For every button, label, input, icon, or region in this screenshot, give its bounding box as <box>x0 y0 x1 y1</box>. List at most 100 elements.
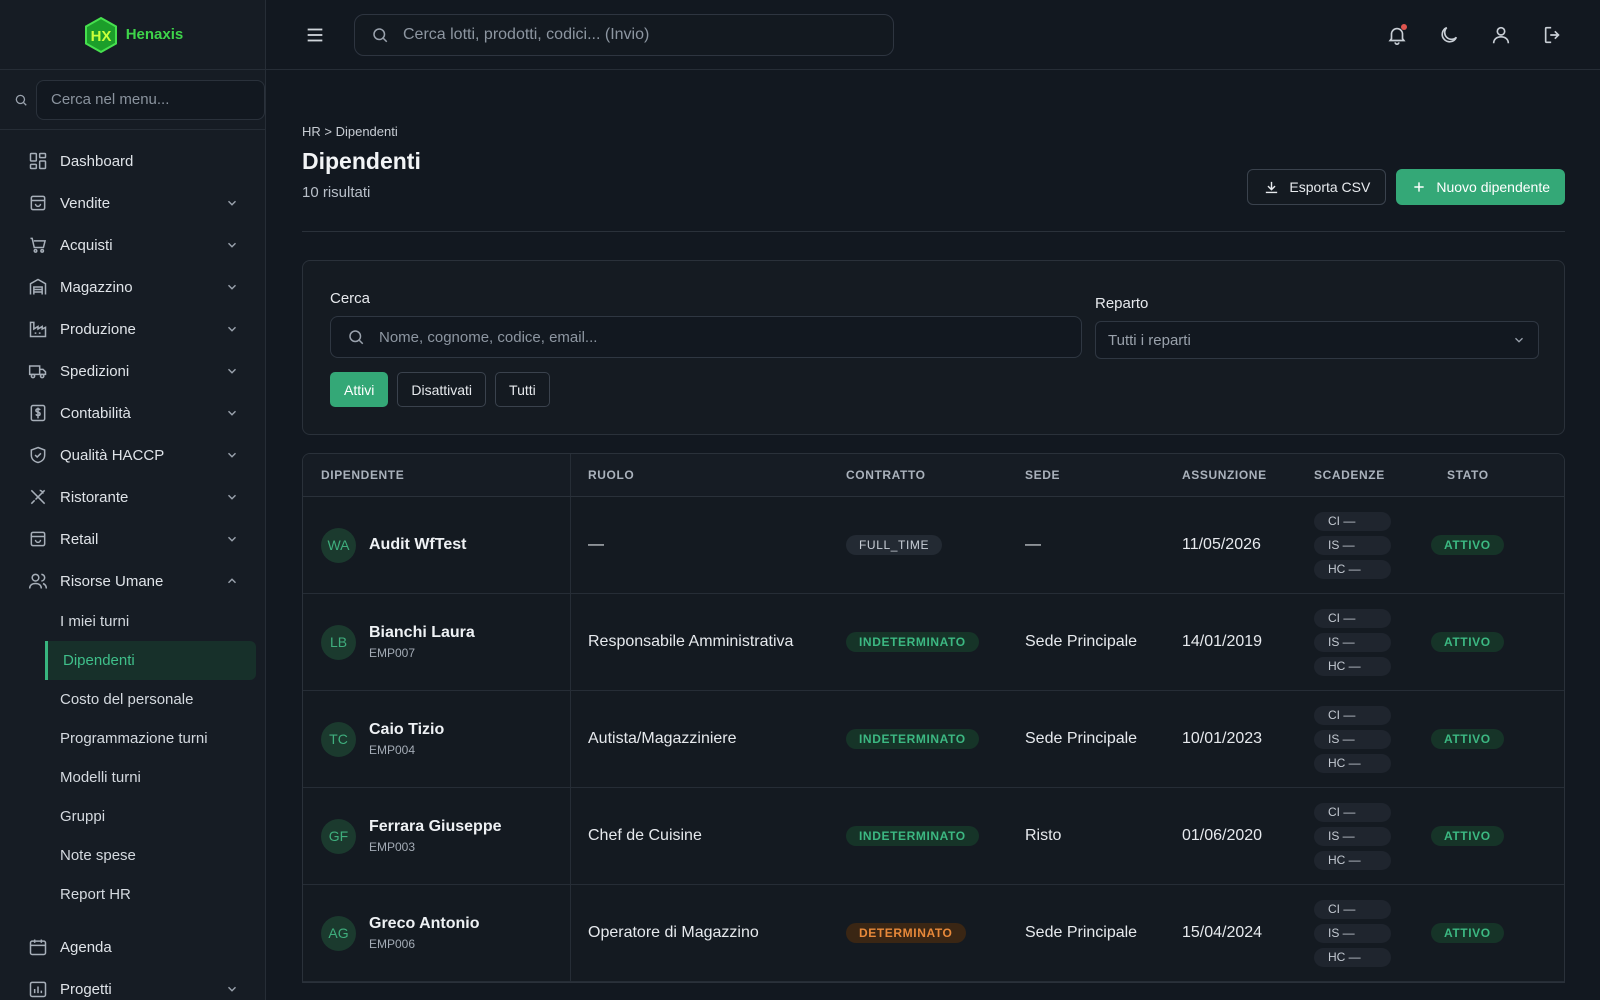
chevron-down-icon[interactable] <box>225 448 239 462</box>
sidebar-item-ristorante[interactable]: Ristorante <box>0 476 265 518</box>
sidebar-subitem-programmazione-turni[interactable]: Programmazione turni <box>0 719 265 758</box>
table-row[interactable]: AG Greco Antonio EMP006 Operatore di Maga… <box>303 885 1564 982</box>
sidebar-item-label: Qualità HACCP <box>60 446 165 464</box>
sidebar-item-label: Produzione <box>60 320 136 338</box>
table-row[interactable]: WA Audit WfTest — FULL_TIME — 11/05/2026… <box>303 497 1564 594</box>
table-row[interactable]: TC Caio Tizio EMP004 Autista/Magazziniere… <box>303 691 1564 788</box>
factory-icon <box>28 319 48 339</box>
sidebar-subitem-modelli-turni[interactable]: Modelli turni <box>0 758 265 797</box>
column-divider <box>570 497 571 593</box>
hire-date: 14/01/2019 <box>1182 633 1263 650</box>
table-row[interactable]: LB Bianchi Laura EMP007 Responsabile Ammi… <box>303 594 1564 691</box>
avatar: WA <box>321 527 356 563</box>
sidebar-subitem-gruppi[interactable]: Gruppi <box>0 797 265 836</box>
table-row[interactable]: GF Ferrara Giuseppe EMP003 Chef de Cuisin… <box>303 788 1564 885</box>
col-header-sede[interactable]: SEDE <box>1025 468 1060 482</box>
employee-site: Risto <box>1025 827 1062 844</box>
moon-icon[interactable] <box>1438 24 1460 46</box>
avatar: GF <box>321 818 356 854</box>
col-header-assunzione[interactable]: ASSUNZIONE <box>1182 468 1267 482</box>
new-employee-label: Nuovo dipendente <box>1436 179 1550 195</box>
filter-tutti-button[interactable]: Tutti <box>495 372 550 407</box>
chevron-down-icon[interactable] <box>225 364 239 378</box>
employee-name[interactable]: Audit WfTest <box>369 536 466 554</box>
deadline-hc: HC — <box>1314 753 1391 773</box>
department-select[interactable]: Tutti i reparti <box>1095 321 1539 359</box>
sidebar-item-magazzino[interactable]: Magazzino <box>0 266 265 308</box>
sidebar-subitem-report-hr[interactable]: Report HR <box>0 875 265 914</box>
sidebar-item-progetti[interactable]: Progetti <box>0 968 265 1000</box>
chevron-down-icon[interactable] <box>225 532 239 546</box>
filter-disattivati-button[interactable]: Disattivati <box>397 372 487 407</box>
sidebar-item-contabilita[interactable]: Contabilità <box>0 392 265 434</box>
sidebar-subitem-costo-personale[interactable]: Costo del personale <box>0 680 265 719</box>
employee-role: Responsabile Amministrativa <box>588 633 794 650</box>
employee-role: — <box>588 536 604 553</box>
hire-date: 01/06/2020 <box>1182 827 1263 844</box>
chevron-down-icon <box>1512 333 1526 347</box>
department-select-value: Tutti i reparti <box>1108 331 1191 349</box>
sidebar-item-dashboard[interactable]: Dashboard <box>0 140 265 182</box>
menu-icon[interactable] <box>304 24 326 46</box>
sidebar-item-label: Progetti <box>60 980 112 998</box>
col-header-stato[interactable]: STATO <box>1447 468 1489 482</box>
chevron-down-icon[interactable] <box>225 406 239 420</box>
deadlines: CI — IS — HC — <box>1314 802 1391 870</box>
global-search-input[interactable] <box>403 25 877 44</box>
logout-icon[interactable] <box>1542 24 1564 46</box>
chevron-down-icon[interactable] <box>225 322 239 336</box>
employee-name[interactable]: Greco Antonio <box>369 915 480 933</box>
chevron-down-icon[interactable] <box>225 196 239 210</box>
page-actions: Esporta CSV Nuovo dipendente <box>1247 169 1565 205</box>
new-employee-button[interactable]: Nuovo dipendente <box>1396 169 1565 205</box>
sidebar-subitem-note-spese[interactable]: Note spese <box>0 836 265 875</box>
col-header-ruolo[interactable]: RUOLO <box>588 468 634 482</box>
bell-icon[interactable] <box>1386 23 1408 46</box>
export-csv-button[interactable]: Esporta CSV <box>1247 169 1387 205</box>
topbar <box>266 0 1600 70</box>
sidebar-item-label: Acquisti <box>60 236 113 254</box>
sidebar-item-vendite[interactable]: Vendite <box>0 182 265 224</box>
page-title: Dipendenti <box>302 148 421 174</box>
chevron-down-icon[interactable] <box>225 238 239 252</box>
chevron-up-icon[interactable] <box>225 574 239 588</box>
sidebar-item-retail[interactable]: Retail <box>0 518 265 560</box>
filter-attivi-button[interactable]: Attivi <box>330 372 389 407</box>
deadline-is: IS — <box>1314 729 1391 749</box>
chevron-down-icon[interactable] <box>225 490 239 504</box>
status-badge: ATTIVO <box>1431 729 1504 749</box>
sidebar-item-risorse-umane[interactable]: Risorse Umane <box>0 560 265 602</box>
column-divider <box>570 691 571 787</box>
sidebar-subitem-dipendenti[interactable]: Dipendenti <box>45 641 256 680</box>
sidebar-item-acquisti[interactable]: Acquisti <box>0 224 265 266</box>
user-icon[interactable] <box>1490 24 1512 46</box>
sidebar-item-qualita-haccp[interactable]: Qualità HACCP <box>0 434 265 476</box>
chevron-down-icon[interactable] <box>225 982 239 996</box>
chevron-down-icon[interactable] <box>225 280 239 294</box>
deadline-ci: CI — <box>1314 802 1391 822</box>
status-badge: ATTIVO <box>1431 632 1504 652</box>
employee-name[interactable]: Caio Tizio <box>369 721 444 739</box>
employee-search-input[interactable] <box>379 328 1065 346</box>
col-header-contratto[interactable]: CONTRATTO <box>846 468 926 482</box>
sidebar-item-produzione[interactable]: Produzione <box>0 308 265 350</box>
column-divider <box>570 594 571 690</box>
sidebar-item-agenda[interactable]: Agenda <box>0 926 265 968</box>
brand[interactable]: HX Henaxis <box>0 0 265 70</box>
sidebar-subitem-miei-turni[interactable]: I miei turni <box>0 602 265 641</box>
column-divider <box>570 788 571 884</box>
status-filter: Attivi Disattivati Tutti <box>330 372 550 407</box>
avatar: LB <box>321 624 356 660</box>
breadcrumb[interactable]: HR > Dipendenti <box>302 124 398 139</box>
employee-name[interactable]: Bianchi Laura <box>369 624 475 642</box>
deadline-is: IS — <box>1314 632 1391 652</box>
col-header-scadenze[interactable]: SCADENZE <box>1314 468 1385 482</box>
sidebar-search-input[interactable] <box>36 79 265 120</box>
deadline-ci: CI — <box>1314 705 1391 725</box>
dollar-icon <box>28 403 48 423</box>
deadline-ci: CI — <box>1314 899 1391 919</box>
sidebar-item-label: Dashboard <box>60 152 134 170</box>
col-header-dipendente[interactable]: DIPENDENTE <box>321 468 404 482</box>
employee-name[interactable]: Ferrara Giuseppe <box>369 818 502 836</box>
sidebar-item-spedizioni[interactable]: Spedizioni <box>0 350 265 392</box>
